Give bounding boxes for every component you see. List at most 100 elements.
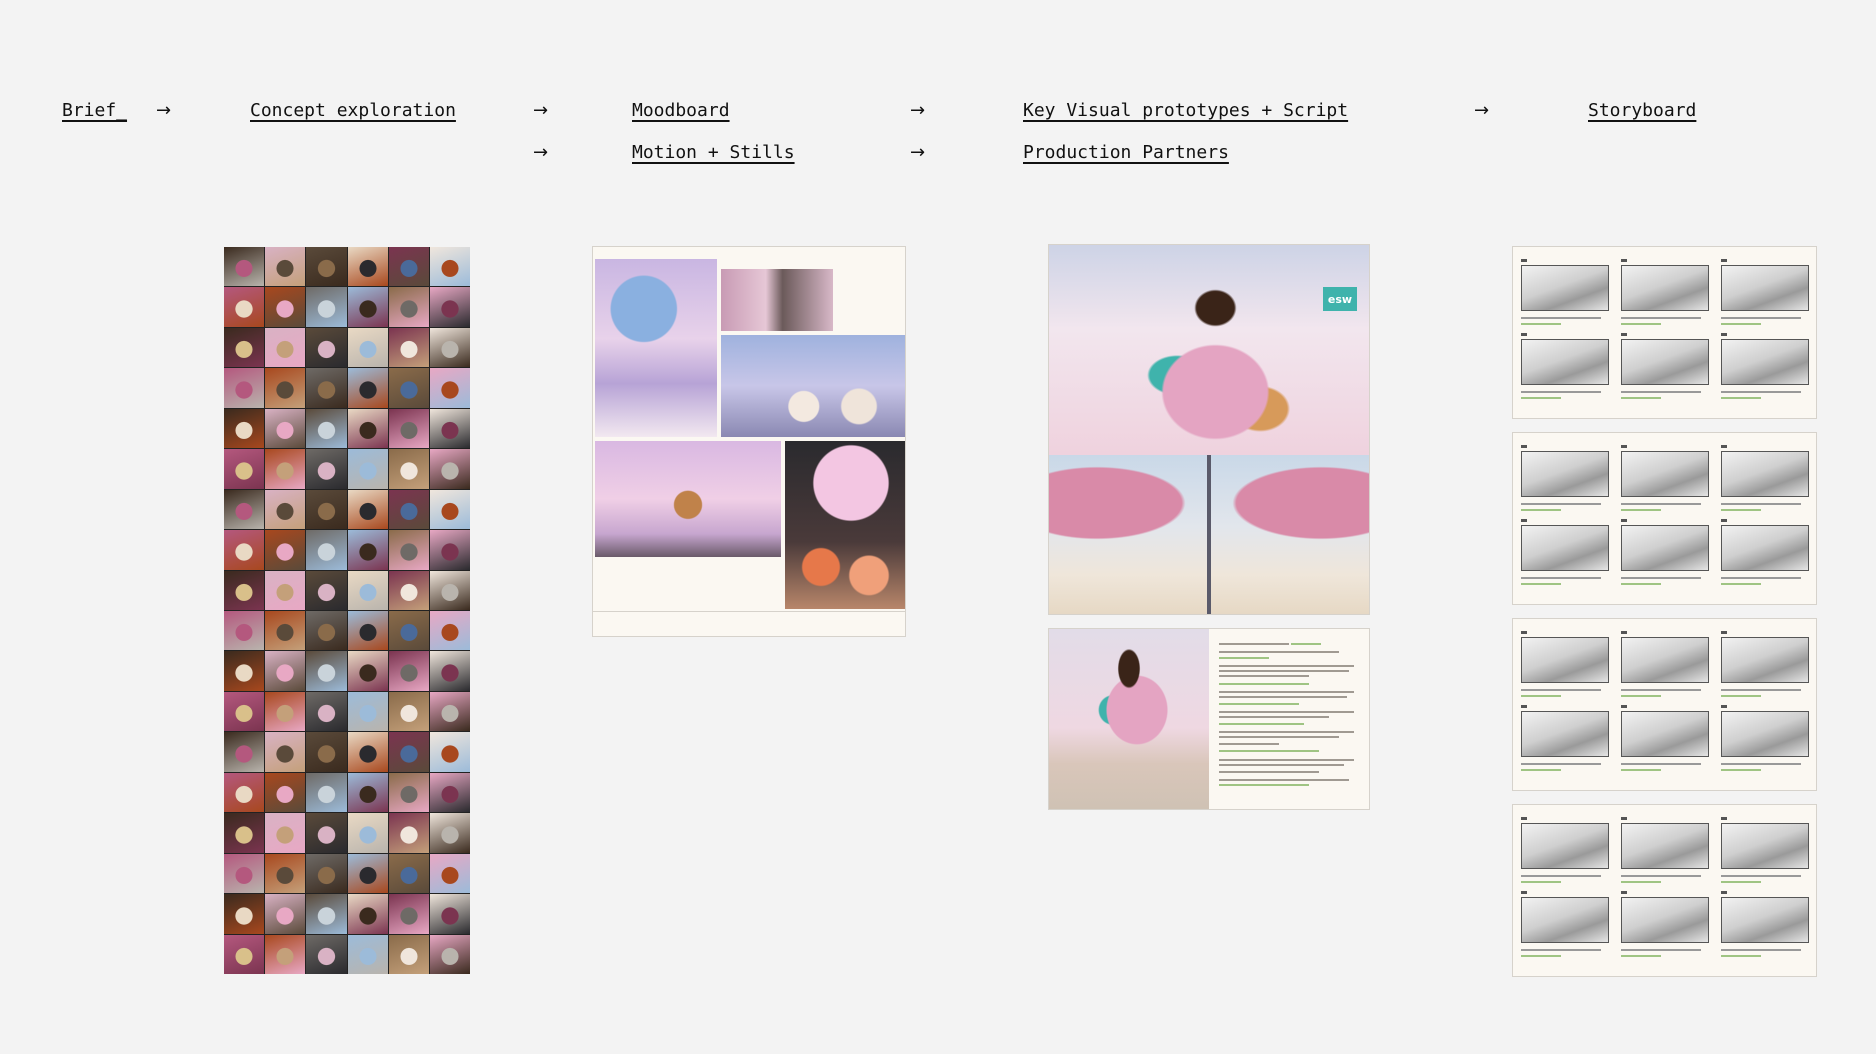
concept-thumbnail[interactable] (265, 772, 306, 813)
storyboard-frame[interactable] (1621, 897, 1709, 943)
concept-thumbnail[interactable] (306, 772, 347, 813)
concept-thumbnail[interactable] (306, 368, 347, 408)
concept-thumbnail[interactable] (347, 489, 388, 530)
concept-thumbnail[interactable] (306, 287, 347, 327)
storyboard-page-4[interactable] (1512, 804, 1817, 977)
concept-thumbnail[interactable] (429, 813, 470, 853)
concept-thumbnail[interactable] (306, 327, 347, 368)
concept-thumbnail[interactable] (347, 934, 388, 974)
concept-thumbnail[interactable] (306, 894, 347, 934)
concept-thumbnail[interactable] (224, 570, 265, 610)
storyboard-frame[interactable] (1521, 265, 1609, 311)
concept-exploration-grid[interactable] (224, 247, 470, 974)
concept-thumbnail[interactable] (429, 408, 470, 449)
concept-thumbnail[interactable] (388, 408, 429, 449)
concept-thumbnail[interactable] (224, 489, 265, 530)
concept-thumbnail[interactable] (347, 247, 388, 287)
script-page[interactable] (1048, 628, 1370, 810)
concept-thumbnail[interactable] (306, 934, 347, 974)
concept-thumbnail[interactable] (306, 732, 347, 772)
storyboard-frame[interactable] (1721, 339, 1809, 385)
concept-thumbnail[interactable] (388, 894, 429, 934)
concept-thumbnail[interactable] (347, 530, 388, 570)
concept-thumbnail[interactable] (388, 368, 429, 408)
concept-thumbnail[interactable] (306, 530, 347, 570)
storyboard-frame[interactable] (1721, 265, 1809, 311)
concept-thumbnail[interactable] (224, 610, 265, 651)
concept-thumbnail[interactable] (306, 610, 347, 651)
concept-thumbnail[interactable] (265, 489, 306, 530)
storyboard-frame[interactable] (1521, 637, 1609, 683)
concept-thumbnail[interactable] (224, 853, 265, 894)
concept-thumbnail[interactable] (265, 732, 306, 772)
concept-thumbnail[interactable] (224, 813, 265, 853)
concept-thumbnail[interactable] (388, 570, 429, 610)
concept-thumbnail[interactable] (347, 894, 388, 934)
nav-link-moodboard[interactable]: Moodboard (632, 100, 730, 122)
concept-thumbnail[interactable] (306, 570, 347, 610)
storyboard-frame[interactable] (1721, 711, 1809, 757)
storyboard-frame[interactable] (1721, 897, 1809, 943)
concept-thumbnail[interactable] (224, 772, 265, 813)
concept-thumbnail[interactable] (347, 813, 388, 853)
concept-thumbnail[interactable] (265, 408, 306, 449)
concept-thumbnail[interactable] (429, 449, 470, 489)
concept-thumbnail[interactable] (224, 327, 265, 368)
concept-thumbnail[interactable] (388, 651, 429, 691)
concept-thumbnail[interactable] (265, 894, 306, 934)
storyboard-frame[interactable] (1621, 525, 1709, 571)
storyboard-frame[interactable] (1721, 823, 1809, 869)
concept-thumbnail[interactable] (388, 287, 429, 327)
storyboard-frame[interactable] (1721, 451, 1809, 497)
concept-thumbnail[interactable] (429, 610, 470, 651)
concept-thumbnail[interactable] (388, 449, 429, 489)
concept-thumbnail[interactable] (347, 853, 388, 894)
concept-thumbnail[interactable] (388, 691, 429, 732)
concept-thumbnail[interactable] (347, 368, 388, 408)
concept-thumbnail[interactable] (429, 530, 470, 570)
concept-thumbnail[interactable] (224, 368, 265, 408)
concept-thumbnail[interactable] (347, 327, 388, 368)
concept-thumbnail[interactable] (388, 772, 429, 813)
storyboard-frame[interactable] (1621, 451, 1709, 497)
storyboard-page-2[interactable] (1512, 432, 1817, 605)
concept-thumbnail[interactable] (265, 651, 306, 691)
concept-thumbnail[interactable] (265, 247, 306, 287)
concept-thumbnail[interactable] (224, 894, 265, 934)
concept-thumbnail[interactable] (429, 651, 470, 691)
concept-thumbnail[interactable] (347, 691, 388, 732)
concept-thumbnail[interactable] (388, 813, 429, 853)
concept-thumbnail[interactable] (429, 934, 470, 974)
storyboard-frame[interactable] (1721, 637, 1809, 683)
concept-thumbnail[interactable] (265, 287, 306, 327)
concept-thumbnail[interactable] (265, 934, 306, 974)
concept-thumbnail[interactable] (429, 691, 470, 732)
concept-thumbnail[interactable] (388, 853, 429, 894)
storyboard-frame[interactable] (1521, 451, 1609, 497)
storyboard-frame[interactable] (1621, 823, 1709, 869)
concept-thumbnail[interactable] (224, 449, 265, 489)
concept-thumbnail[interactable] (224, 247, 265, 287)
concept-thumbnail[interactable] (347, 408, 388, 449)
nav-link-motion-stills[interactable]: Motion + Stills (632, 142, 795, 164)
storyboard-frame[interactable] (1621, 339, 1709, 385)
concept-thumbnail[interactable] (306, 651, 347, 691)
storyboard-frame[interactable] (1521, 525, 1609, 571)
concept-thumbnail[interactable] (347, 732, 388, 772)
concept-thumbnail[interactable] (429, 570, 470, 610)
concept-thumbnail[interactable] (265, 368, 306, 408)
nav-link-key-visual[interactable]: Key Visual prototypes + Script (1023, 100, 1348, 122)
concept-thumbnail[interactable] (306, 247, 347, 287)
concept-thumbnail[interactable] (429, 853, 470, 894)
storyboard-frame[interactable] (1521, 897, 1609, 943)
concept-thumbnail[interactable] (388, 732, 429, 772)
concept-thumbnail[interactable] (224, 934, 265, 974)
concept-thumbnail[interactable] (429, 247, 470, 287)
concept-thumbnail[interactable] (429, 368, 470, 408)
storyboard-frame[interactable] (1621, 711, 1709, 757)
concept-thumbnail[interactable] (224, 408, 265, 449)
nav-link-brief[interactable]: Brief_ (62, 100, 127, 122)
storyboard-frame[interactable] (1621, 637, 1709, 683)
concept-thumbnail[interactable] (429, 772, 470, 813)
storyboard-frame[interactable] (1521, 339, 1609, 385)
